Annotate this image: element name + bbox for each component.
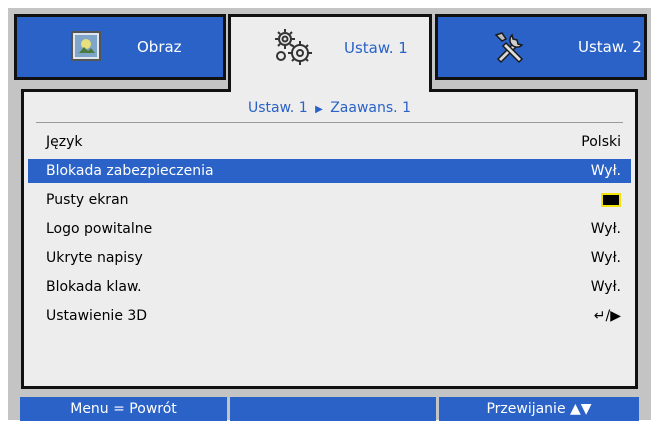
footer-middle [230, 397, 436, 421]
menu-item-logo-powitalne[interactable]: Logo powitalne Wył. [28, 217, 631, 241]
image-icon [71, 31, 101, 65]
tab-label: Ustaw. 2 [578, 38, 642, 56]
tab-label: Obraz [137, 38, 182, 56]
menu-item-value: Wył. [590, 250, 621, 266]
breadcrumb-part: Zaawans. 1 [330, 100, 411, 116]
menu-item-label: Język [46, 134, 83, 150]
menu-item-value: Wył. [590, 279, 621, 295]
color-swatch [601, 193, 621, 207]
menu-item-value: Wył. [590, 221, 621, 237]
gears-icon [271, 26, 315, 70]
settings-panel: Ustaw. 1 ▶ Zaawans. 1 Język Polski Bloka… [21, 89, 638, 389]
breadcrumb-separator-icon: ▶ [315, 104, 323, 115]
menu-item-blokada-zabezpieczenia[interactable]: Blokada zabezpieczenia Wył. [28, 159, 631, 183]
breadcrumb: Ustaw. 1 ▶ Zaawans. 1 [24, 100, 635, 116]
breadcrumb-part: Ustaw. 1 [248, 100, 308, 116]
menu-item-label: Blokada klaw. [46, 279, 142, 295]
menu-item-value: Polski [581, 134, 621, 150]
menu-item-label: Logo powitalne [46, 221, 153, 237]
menu-item-label: Ustawienie 3D [46, 308, 148, 324]
footer-label: Menu = Powrót [70, 401, 177, 417]
menu-item-label: Blokada zabezpieczenia [46, 163, 214, 179]
tab-label: Ustaw. 1 [344, 39, 408, 57]
enter-arrow-icon: ↵/▶ [593, 308, 621, 324]
menu-item-ukryte-napisy[interactable]: Ukryte napisy Wył. [28, 246, 631, 270]
menu-item-jezyk[interactable]: Język Polski [28, 130, 631, 154]
footer-menu-back: Menu = Powrót [20, 397, 227, 421]
footer-label: Przewijanie ▲▼ [486, 401, 592, 417]
menu-item-blokada-klaw[interactable]: Blokada klaw. Wył. [28, 275, 631, 299]
menu-item-value: Wył. [590, 163, 621, 179]
tab-obraz[interactable]: Obraz [14, 14, 226, 80]
footer-scroll: Przewijanie ▲▼ [439, 397, 639, 421]
menu-item-label: Ukryte napisy [46, 250, 143, 266]
menu-item-pusty-ekran[interactable]: Pusty ekran [28, 188, 631, 212]
osd-menu: Obraz Ustaw. 1 Ustaw. 2 Ustaw. 1 ▶ Zaawa… [8, 8, 651, 421]
menu-item-ustawienie-3d[interactable]: Ustawienie 3D ↵/▶ [28, 304, 631, 328]
divider [36, 122, 623, 123]
tab-ustaw-2[interactable]: Ustaw. 2 [435, 14, 647, 80]
menu-item-label: Pusty ekran [46, 192, 129, 208]
tools-icon [492, 29, 528, 69]
tab-ustaw-1[interactable]: Ustaw. 1 [228, 14, 432, 92]
